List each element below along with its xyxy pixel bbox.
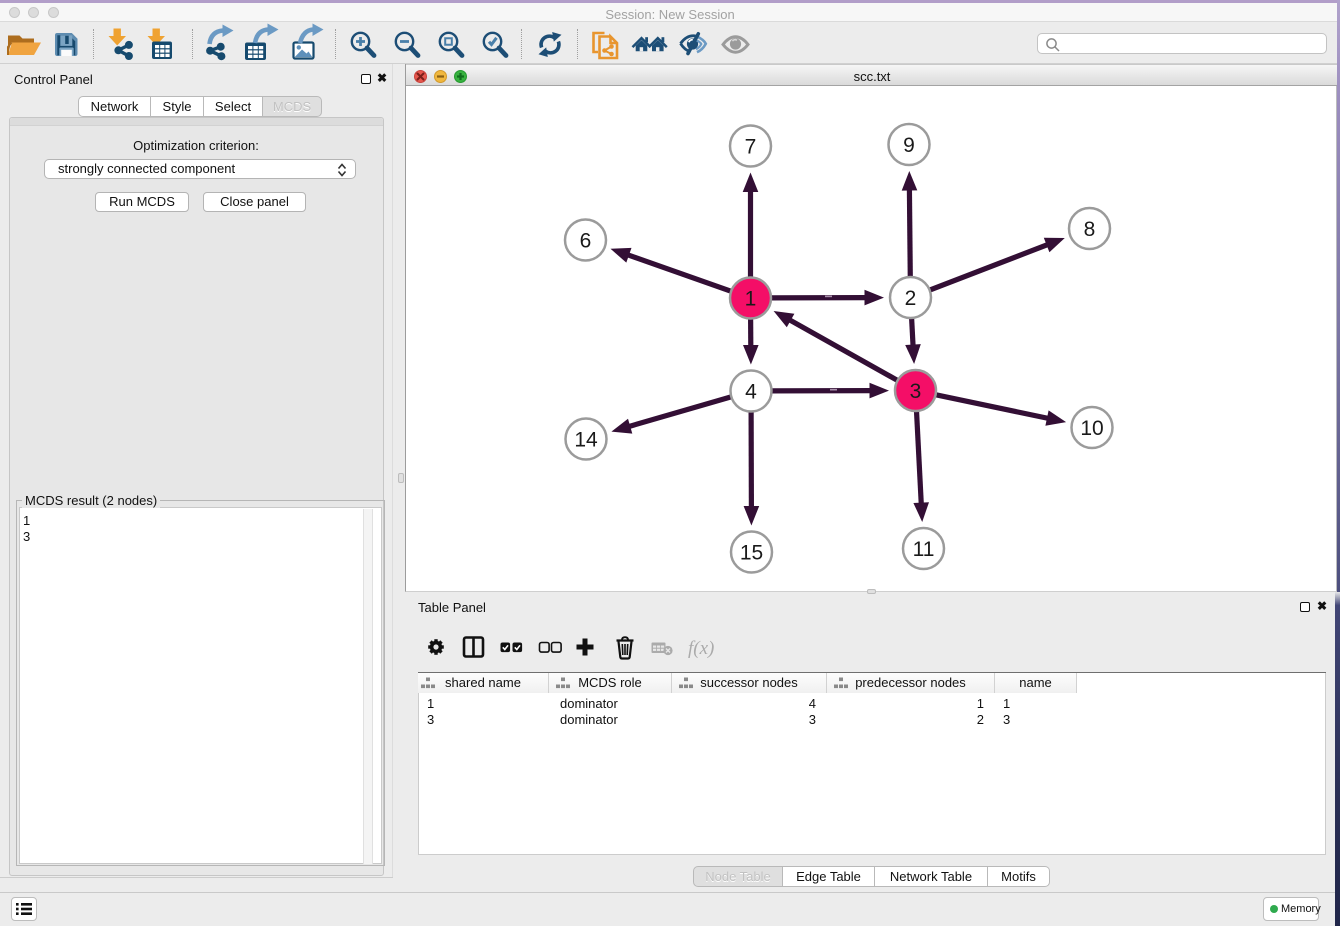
svg-text:9: 9 [903, 134, 915, 157]
svg-text:6: 6 [580, 230, 592, 253]
svg-text:14: 14 [574, 429, 598, 452]
svg-text:15: 15 [740, 542, 763, 565]
svg-text:2: 2 [905, 287, 917, 310]
svg-text:f(x): f(x) [688, 638, 714, 659]
svg-text:3: 3 [910, 380, 922, 403]
svg-text:7: 7 [745, 136, 757, 159]
svg-text:10: 10 [1080, 417, 1103, 440]
svg-text:8: 8 [1084, 218, 1096, 241]
svg-text:4: 4 [745, 381, 757, 404]
svg-text:11: 11 [913, 538, 935, 561]
svg-text:1: 1 [745, 288, 757, 311]
